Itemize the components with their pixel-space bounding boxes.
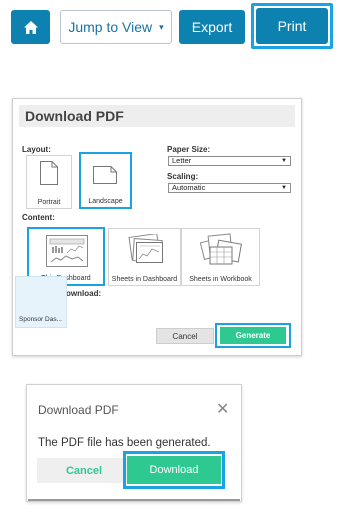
jump-to-view-label: Jump to View xyxy=(68,19,153,35)
cancel-label: Cancel xyxy=(65,464,103,477)
landscape-option[interactable]: Landscape xyxy=(79,152,132,209)
download-label: Download xyxy=(149,464,199,476)
home-button[interactable] xyxy=(11,10,50,44)
portrait-label: Portrait xyxy=(37,199,61,206)
pdf-generated-dialog: Download PDF ✕ The PDF file has been gen… xyxy=(26,384,242,502)
portrait-page-icon xyxy=(40,161,58,185)
landscape-label: Landscape xyxy=(88,198,123,205)
generate-button[interactable]: Generate xyxy=(220,327,286,344)
scaling-select[interactable]: Automatic ▼ xyxy=(168,183,291,193)
print-label: Print xyxy=(277,18,307,34)
dialog-title: Download PDF xyxy=(25,108,124,124)
sheet-item[interactable]: Sponsor Das... xyxy=(15,276,67,328)
cancel-button[interactable]: Cancel xyxy=(156,328,214,344)
cancel-button[interactable]: Cancel xyxy=(37,458,131,483)
portrait-option[interactable]: Portrait xyxy=(26,155,72,209)
generate-label: Generate xyxy=(235,331,271,340)
paper-size-value: Letter xyxy=(172,156,192,165)
paper-size-label: Paper Size: xyxy=(167,145,211,154)
content-label: Content: xyxy=(22,213,55,222)
sheet-item-label: Sponsor Das... xyxy=(19,316,62,323)
cancel-label: Cancel xyxy=(172,331,198,341)
home-icon xyxy=(23,20,38,34)
jump-to-view-button[interactable]: Jump to View ▾ xyxy=(60,10,172,44)
export-label: Export xyxy=(191,19,233,35)
content-sheets-in-workbook-label: Sheets in Workbook xyxy=(189,276,252,283)
generated-message: The PDF file has been generated. xyxy=(38,437,211,449)
workbook-sheets-icon xyxy=(200,233,242,265)
print-button[interactable]: Print xyxy=(256,8,328,44)
scaling-value: Automatic xyxy=(172,183,206,192)
paper-size-select[interactable]: Letter ▼ xyxy=(168,156,291,166)
scaling-label: Scaling: xyxy=(167,172,199,181)
generated-dialog-title: Download PDF xyxy=(38,403,119,417)
content-sheets-in-dashboard-label: Sheets in Dashboard xyxy=(111,276,178,283)
scroll-indicator xyxy=(28,499,240,501)
landscape-page-icon xyxy=(93,166,117,184)
layout-label: Layout: xyxy=(22,145,51,154)
dropdown-arrow-icon: ▼ xyxy=(281,185,287,191)
export-button[interactable]: Export xyxy=(179,10,245,44)
content-sheets-in-workbook[interactable]: Sheets in Workbook xyxy=(181,228,260,286)
chevron-down-icon: ▾ xyxy=(159,21,164,32)
dropdown-arrow-icon: ▼ xyxy=(281,158,287,164)
close-icon[interactable]: ✕ xyxy=(216,399,229,419)
dialog-header: Download PDF xyxy=(19,105,295,127)
download-button[interactable]: Download xyxy=(127,456,221,484)
dashboard-icon xyxy=(46,235,88,267)
content-sheets-in-dashboard[interactable]: Sheets in Dashboard xyxy=(108,228,181,286)
stacked-sheets-icon xyxy=(128,234,163,264)
